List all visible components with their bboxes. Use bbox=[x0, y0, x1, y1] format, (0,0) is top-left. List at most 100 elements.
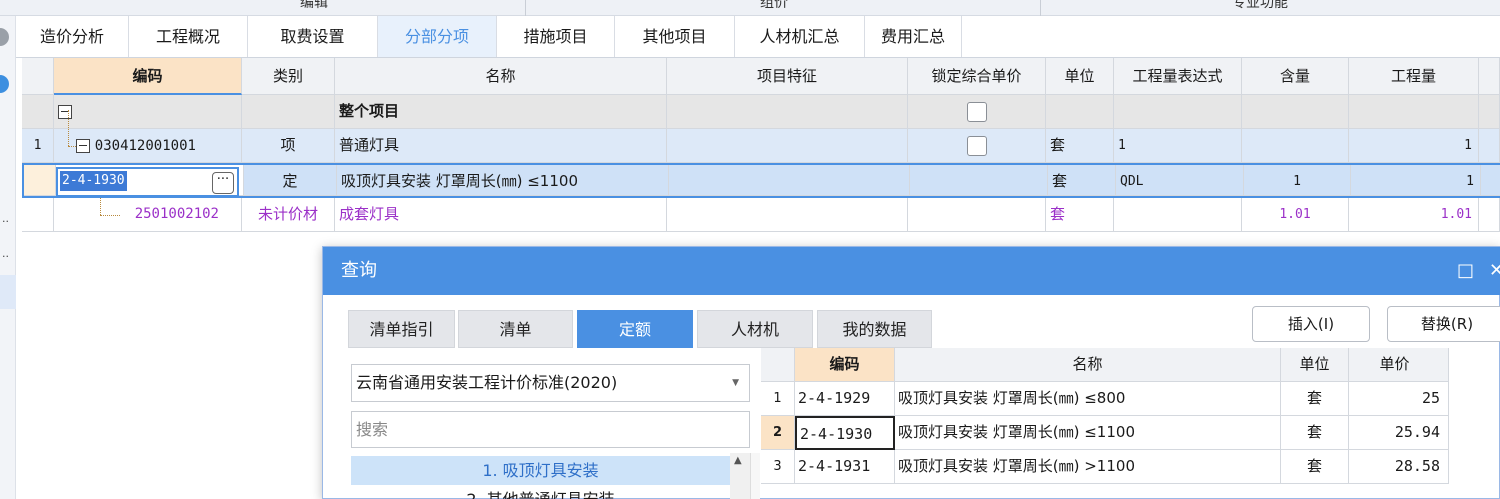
row-content[interactable] bbox=[1242, 129, 1349, 163]
ribbon-group-professional[interactable]: 专业功能 bbox=[1232, 0, 1288, 12]
tab-cost-summary[interactable]: 费用汇总 bbox=[865, 16, 962, 57]
dialog-title[interactable]: 查询 bbox=[323, 247, 1500, 295]
row-expression[interactable] bbox=[1114, 198, 1242, 232]
standard-select[interactable]: 云南省通用安装工程计价标准(2020) ▼ bbox=[351, 364, 750, 402]
row-code[interactable]: 2501002102 bbox=[54, 198, 242, 232]
results-row-unit[interactable]: 套 bbox=[1281, 416, 1349, 450]
row-quantity[interactable]: 1.01 bbox=[1349, 198, 1479, 232]
row-type[interactable]: 未计价材 bbox=[242, 198, 335, 232]
row-lock bbox=[910, 165, 1048, 196]
header-unit[interactable]: 单位 bbox=[1046, 58, 1114, 95]
results-row-selected[interactable]: 2 2-4-1930 吸顶灯具安装 灯罩周长(㎜) ≤1100 套 25.94 bbox=[761, 416, 1500, 450]
row-tail bbox=[1479, 95, 1500, 129]
collapse-icon[interactable] bbox=[58, 104, 72, 119]
nav-selected-item[interactable] bbox=[0, 275, 16, 309]
tree-item-other-light[interactable]: 2. 其他普通灯具安装 bbox=[351, 485, 730, 499]
row-expression bbox=[1114, 95, 1242, 129]
maximize-icon[interactable]: □ bbox=[1457, 247, 1474, 295]
row-expression[interactable]: 1 bbox=[1114, 129, 1242, 163]
search-input[interactable]: 搜索 bbox=[351, 411, 750, 448]
results-header-price[interactable]: 单价 bbox=[1349, 348, 1449, 382]
header-content[interactable]: 含量 bbox=[1242, 58, 1349, 95]
row-content[interactable]: 1 bbox=[1244, 165, 1351, 196]
tab-sub-items[interactable]: 分部分项 bbox=[378, 16, 497, 57]
row-unit[interactable]: 套 bbox=[1048, 165, 1116, 196]
nav-ellipsis[interactable]: .. bbox=[2, 247, 9, 260]
header-name[interactable]: 名称 bbox=[335, 58, 667, 95]
row-type[interactable]: 定 bbox=[244, 165, 337, 196]
results-header-unit[interactable]: 单位 bbox=[1281, 348, 1349, 382]
row-feature[interactable] bbox=[667, 129, 908, 163]
results-header-code[interactable]: 编码 bbox=[795, 348, 895, 382]
ribbon-group-pricing[interactable]: 组价 bbox=[760, 0, 788, 12]
table-row-item[interactable]: 1 030412001001 项 普通灯具 套 1 1 bbox=[22, 129, 1500, 163]
row-feature[interactable] bbox=[669, 165, 910, 196]
row-name[interactable]: 吸顶灯具安装 灯罩周长(㎜) ≤1100 bbox=[337, 165, 669, 196]
row-unit[interactable]: 套 bbox=[1046, 198, 1114, 232]
lock-checkbox[interactable] bbox=[966, 101, 987, 122]
header-feature[interactable]: 项目特征 bbox=[667, 58, 908, 95]
tab-cost-analysis[interactable]: 造价分析 bbox=[16, 16, 129, 57]
results-row[interactable]: 3 2-4-1931 吸顶灯具安装 灯罩周长(㎜) >1100 套 28.58 bbox=[761, 450, 1500, 484]
row-name[interactable]: 整个项目 bbox=[335, 95, 667, 129]
scroll-up-icon[interactable]: ▲ bbox=[734, 455, 742, 466]
table-row-whole-project[interactable]: 整个项目 bbox=[22, 95, 1500, 129]
tab-measures[interactable]: 措施项目 bbox=[497, 16, 615, 57]
row-code[interactable]: 030412001001 bbox=[54, 129, 242, 163]
ribbon-group-edit[interactable]: 编辑 bbox=[300, 0, 328, 12]
dialog-tab-quota[interactable]: 定额 bbox=[577, 310, 693, 348]
row-expression[interactable]: QDL bbox=[1116, 165, 1244, 196]
collapse-icon[interactable] bbox=[76, 138, 90, 153]
code-edit-text[interactable]: 2-4-1930 bbox=[60, 171, 127, 191]
row-content[interactable]: 1.01 bbox=[1242, 198, 1349, 232]
dialog-tab-bill-guide[interactable]: 清单指引 bbox=[348, 310, 455, 348]
table-row-quota-selected[interactable]: 定 吸顶灯具安装 灯罩周长(㎜) ≤1100 套 QDL 1 1 2-4-193… bbox=[22, 163, 1500, 198]
results-row-name[interactable]: 吸顶灯具安装 灯罩周长(㎜) ≤800 bbox=[895, 382, 1281, 416]
tab-project-overview[interactable]: 工程概况 bbox=[129, 16, 248, 57]
results-header-name[interactable]: 名称 bbox=[895, 348, 1281, 382]
row-quantity[interactable]: 1 bbox=[1351, 165, 1481, 196]
header-quantity[interactable]: 工程量 bbox=[1349, 58, 1479, 95]
header-type[interactable]: 类别 bbox=[242, 58, 335, 95]
row-name[interactable]: 成套灯具 bbox=[335, 198, 667, 232]
replace-button[interactable]: 替换(R) bbox=[1387, 306, 1500, 342]
results-row-price[interactable]: 25.94 bbox=[1349, 416, 1449, 450]
dialog-tab-bill[interactable]: 清单 bbox=[458, 310, 573, 348]
more-button[interactable]: ··· bbox=[212, 172, 234, 194]
tab-fee-settings[interactable]: 取费设置 bbox=[248, 16, 378, 57]
tree-item-ceiling-light[interactable]: 1. 吸顶灯具安装 bbox=[351, 456, 730, 485]
tab-other-items[interactable]: 其他项目 bbox=[615, 16, 735, 57]
close-icon[interactable]: ✕ bbox=[1489, 247, 1500, 295]
tab-labor-material-summary[interactable]: 人材机汇总 bbox=[735, 16, 865, 57]
insert-button[interactable]: 插入(I) bbox=[1252, 306, 1370, 342]
nav-dot-icon[interactable] bbox=[0, 28, 9, 46]
header-lock-price[interactable]: 锁定综合单价 bbox=[908, 58, 1046, 95]
dialog-tab-labor-material[interactable]: 人材机 bbox=[697, 310, 813, 348]
results-row-unit[interactable]: 套 bbox=[1281, 450, 1349, 484]
row-feature[interactable] bbox=[667, 198, 908, 232]
results-row-price[interactable]: 25 bbox=[1349, 382, 1449, 416]
header-code[interactable]: 编码 bbox=[54, 58, 242, 95]
row-name[interactable]: 普通灯具 bbox=[335, 129, 667, 163]
row-unit[interactable]: 套 bbox=[1046, 129, 1114, 163]
nav-ellipsis[interactable]: .. bbox=[2, 212, 9, 225]
results-row-name[interactable]: 吸顶灯具安装 灯罩周长(㎜) ≤1100 bbox=[895, 416, 1281, 450]
results-row-price[interactable]: 28.58 bbox=[1349, 450, 1449, 484]
results-row-code[interactable]: 2-4-1930 bbox=[795, 416, 895, 450]
results-row-unit[interactable]: 套 bbox=[1281, 382, 1349, 416]
row-type[interactable]: 项 bbox=[242, 129, 335, 163]
results-row-code[interactable]: 2-4-1931 bbox=[795, 450, 895, 484]
dialog-tab-my-data[interactable]: 我的数据 bbox=[817, 310, 932, 348]
lock-checkbox[interactable] bbox=[966, 135, 987, 156]
results-row-code[interactable]: 2-4-1929 bbox=[795, 382, 895, 416]
results-row-name[interactable]: 吸顶灯具安装 灯罩周长(㎜) >1100 bbox=[895, 450, 1281, 484]
code-edit-field[interactable]: 2-4-1930 ··· bbox=[56, 167, 239, 197]
row-content bbox=[1242, 95, 1349, 129]
row-quantity[interactable]: 1 bbox=[1349, 129, 1479, 163]
chevron-down-icon[interactable]: ▼ bbox=[732, 365, 739, 401]
table-row-material[interactable]: 2501002102 未计价材 成套灯具 套 1.01 1.01 bbox=[22, 198, 1500, 232]
nav-active-dot-icon[interactable] bbox=[0, 75, 9, 93]
tree-scrollbar[interactable]: ▲ bbox=[730, 453, 750, 499]
results-row[interactable]: 1 2-4-1929 吸顶灯具安装 灯罩周长(㎜) ≤800 套 25 bbox=[761, 382, 1500, 416]
header-expression[interactable]: 工程量表达式 bbox=[1114, 58, 1242, 95]
